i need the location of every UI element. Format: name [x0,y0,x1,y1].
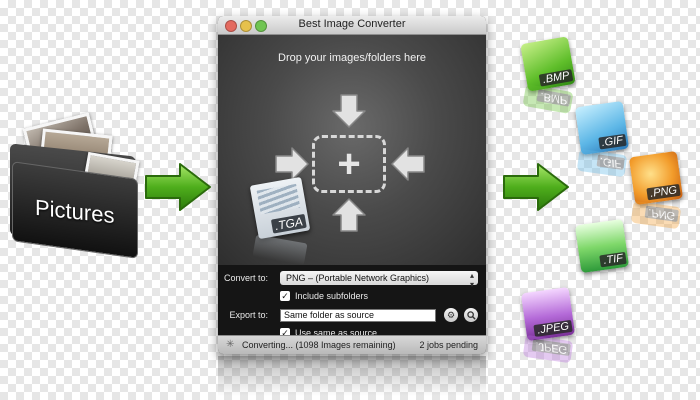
arrow-down-icon [332,94,366,128]
convert-to-value: PNG – (Portable Network Graphics) [286,273,430,283]
format-label: .PNG [646,183,681,201]
search-icon[interactable] [464,308,478,322]
pictures-folder-icon: Pictures [10,112,142,259]
drop-target-box[interactable]: + [312,135,386,193]
drop-zone[interactable]: Drop your images/folders here + .TGA [218,35,486,266]
file-reflection [252,234,308,266]
format-label: .BMP [538,69,574,87]
tif-file-icon: .TIF [574,218,630,274]
export-to-value: Same folder as source [284,310,375,320]
folder-label: Pictures [35,194,115,229]
status-text: Converting... (1098 Images remaining) [242,340,396,350]
app-window: Best Image Converter Drop your images/fo… [218,16,486,354]
gif-file-icon: .GIF [574,100,630,156]
gear-icon[interactable]: ⚙ [444,308,458,322]
convert-to-select[interactable]: PNG – (Portable Network Graphics) ▴ ▾ [280,271,478,289]
format-reflection-label: .PNG [644,205,679,223]
progress-spinner-icon: ✳ [226,339,235,350]
dragged-file-icon: .TGA [249,176,311,240]
add-icon: + [337,142,361,186]
arrow-up-icon [332,198,366,232]
folder-front: Pictures [12,161,138,259]
png-file-reflection: .PNG [630,200,682,230]
jpeg-file-reflection: .JPEG [522,334,574,364]
format-label: .JPEG [533,319,573,337]
window-reflection [218,356,486,396]
png-file-icon: .PNG [628,150,684,206]
gif-file-reflection: .GIF [576,148,628,178]
include-subfolders-label: Include subfolders [295,291,369,301]
export-to-field[interactable]: Same folder as source [280,308,436,322]
title-bar: Best Image Converter [218,16,486,35]
format-label: .TIF [599,251,627,268]
file-extension-label: .TGA [270,213,307,234]
arrow-right-icon [503,163,569,211]
bmp-file-icon: .BMP [520,36,576,92]
drop-instructions: Drop your images/folders here [278,52,426,64]
format-reflection-label: .GIF [596,154,625,171]
jobs-pending-text: 2 jobs pending [419,340,478,350]
format-reflection-label: .BMP [536,89,572,107]
window-title: Best Image Converter [298,18,406,30]
bmp-file-reflection: .BMP [522,83,574,115]
status-bar: ✳ Converting... (1098 Images remaining) … [218,335,486,354]
include-subfolders-checkbox[interactable]: ✓ [280,291,290,301]
convert-to-label: Convert to: [223,273,268,283]
format-label: .GIF [597,133,627,150]
jpeg-file-icon: .JPEG [520,286,576,342]
arrow-right-icon [145,163,211,211]
format-reflection-label: .JPEG [531,338,571,357]
arrow-left-icon [391,147,425,181]
settings-panel: Convert to: PNG – (Portable Network Grap… [218,265,486,341]
export-to-label: Export to: [229,310,268,320]
chevron-updown-icon: ▴ ▾ [469,271,474,289]
